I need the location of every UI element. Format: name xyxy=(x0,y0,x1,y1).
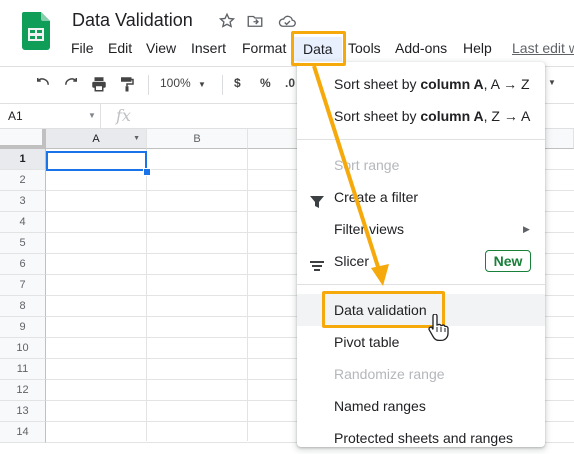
hand-cursor-icon xyxy=(428,314,449,342)
menu-tools[interactable]: Tools xyxy=(348,38,381,58)
column-header-a[interactable]: A ▼ xyxy=(46,129,147,149)
submenu-arrow-icon: ▶ xyxy=(523,224,530,234)
menu-item-sort-a-z[interactable]: Sort sheet by column A, A → Z xyxy=(297,68,545,100)
row-header[interactable]: 13 xyxy=(0,401,46,422)
menu-item-create-filter[interactable]: Create a filter xyxy=(297,181,545,213)
column-menu-icon[interactable]: ▼ xyxy=(133,129,140,149)
row-header[interactable]: 12 xyxy=(0,380,46,401)
document-title[interactable]: Data Validation xyxy=(72,10,193,31)
sort-prefix: Sort sheet by xyxy=(334,76,421,92)
menu-addons[interactable]: Add-ons xyxy=(395,38,447,58)
chevron-down-icon: ▼ xyxy=(198,80,206,89)
grid-line xyxy=(146,149,147,441)
data-menu-dropdown: Sort sheet by column A, A → Z Sort sheet… xyxy=(297,62,545,447)
menu-item-label: Protected sheets and ranges xyxy=(334,430,514,446)
row-header[interactable]: 6 xyxy=(0,254,46,275)
sheets-logo-icon[interactable] xyxy=(22,12,50,50)
last-edit-link[interactable]: Last edit w xyxy=(512,38,574,58)
menu-item-label: Named ranges xyxy=(334,398,426,414)
paint-format-icon[interactable] xyxy=(118,75,136,93)
row-header[interactable]: 11 xyxy=(0,359,46,380)
menu-item-label: Sort range xyxy=(334,157,400,173)
menu-item-pivot-table[interactable]: Pivot table xyxy=(297,326,545,358)
menu-file[interactable]: File xyxy=(71,38,94,58)
slicer-icon xyxy=(309,253,325,271)
menu-insert[interactable]: Insert xyxy=(191,38,226,58)
menu-item-sort-range: Sort range xyxy=(297,149,545,181)
sort-prefix: Sort sheet by xyxy=(334,108,421,124)
menu-item-sort-z-a[interactable]: Sort sheet by column A, Z → A xyxy=(297,100,545,132)
menu-item-named-ranges[interactable]: Named ranges xyxy=(297,390,545,422)
filter-icon xyxy=(309,189,325,208)
undo-icon[interactable] xyxy=(34,75,52,93)
annotation-highlight-data-menu xyxy=(291,31,346,66)
name-box[interactable]: A1 ▼ xyxy=(0,104,101,128)
sort-direction: , A → Z xyxy=(483,76,530,92)
row-header[interactable]: 9 xyxy=(0,317,46,338)
column-header-label: B xyxy=(193,133,201,145)
menu-format[interactable]: Format xyxy=(242,38,286,58)
currency-format-button[interactable]: $ xyxy=(234,76,241,90)
decrease-decimal-button[interactable]: .0 xyxy=(285,76,295,90)
zoom-value: 100% xyxy=(160,76,191,90)
menu-edit[interactable]: Edit xyxy=(108,38,132,58)
row-header[interactable]: 14 xyxy=(0,422,46,443)
menu-item-label: Slicer xyxy=(334,253,370,269)
print-icon[interactable] xyxy=(90,75,108,93)
chevron-down-icon: ▼ xyxy=(88,111,96,120)
row-header[interactable]: 3 xyxy=(0,191,46,212)
row-header[interactable]: 2 xyxy=(0,170,46,191)
sort-column: column A xyxy=(420,108,484,124)
select-all-corner[interactable] xyxy=(0,129,46,149)
chevron-down-icon[interactable]: ▼ xyxy=(548,78,556,87)
menu-item-randomize-range: Randomize range xyxy=(297,358,545,390)
zoom-select[interactable]: 100% ▼ xyxy=(160,76,206,90)
menu-help[interactable]: Help xyxy=(463,38,492,58)
row-header[interactable]: 7 xyxy=(0,275,46,296)
sort-direction: , Z → A xyxy=(483,108,531,124)
column-header-label: A xyxy=(92,133,100,145)
menu-item-slicer[interactable]: Slicer New xyxy=(297,245,545,277)
column-header-b[interactable]: B xyxy=(147,129,248,149)
name-box-value: A1 xyxy=(8,109,23,123)
row-header[interactable]: 5 xyxy=(0,233,46,254)
row-header[interactable]: 1 xyxy=(0,149,46,170)
move-to-folder-icon[interactable] xyxy=(246,12,264,30)
menu-item-label: Pivot table xyxy=(334,334,400,350)
menu-view[interactable]: View xyxy=(146,38,176,58)
menu-item-protected-sheets[interactable]: Protected sheets and ranges xyxy=(297,422,545,454)
active-cell-a1[interactable] xyxy=(46,151,147,171)
menu-item-filter-views[interactable]: Filter views ▶ xyxy=(297,213,545,245)
redo-icon[interactable] xyxy=(62,75,80,93)
cloud-status-icon[interactable] xyxy=(277,12,296,30)
star-icon[interactable] xyxy=(218,12,236,30)
sort-column: column A xyxy=(420,76,484,92)
percent-format-button[interactable]: % xyxy=(260,76,271,90)
fill-handle[interactable] xyxy=(143,168,151,176)
row-header[interactable]: 10 xyxy=(0,338,46,359)
menu-item-label: Filter views xyxy=(334,221,405,237)
row-header[interactable]: 8 xyxy=(0,296,46,317)
menu-item-label: Randomize range xyxy=(334,366,445,382)
menu-item-label: Create a filter xyxy=(334,189,419,205)
fx-icon: fx xyxy=(116,106,131,125)
new-badge: New xyxy=(485,250,531,272)
row-header[interactable]: 4 xyxy=(0,212,46,233)
grid-line xyxy=(247,149,248,441)
